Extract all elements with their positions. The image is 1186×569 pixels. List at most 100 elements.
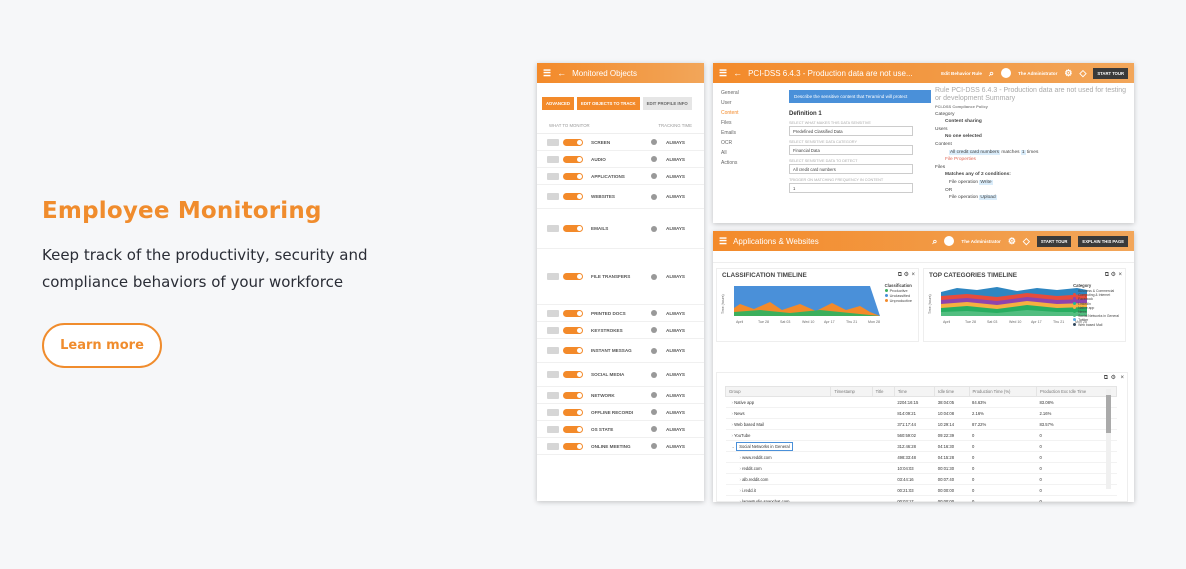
table-row[interactable]: › www.reddit.com 498:33:48 04:15:28 0 0: [725, 451, 1117, 463]
tracking-time[interactable]: ALWAYS: [666, 226, 698, 231]
toggle-switch[interactable]: [563, 442, 583, 450]
learn-more-button[interactable]: Learn more: [42, 323, 162, 368]
diamond-icon[interactable]: ◇: [1079, 68, 1086, 78]
help-icon[interactable]: [651, 225, 657, 232]
help-icon[interactable]: [651, 156, 657, 162]
toggle-switch[interactable]: [563, 309, 583, 317]
help-icon[interactable]: [651, 327, 657, 333]
help-icon[interactable]: [651, 347, 657, 354]
toggle-switch[interactable]: [563, 193, 583, 200]
gear-icon[interactable]: ⚙: [1064, 68, 1072, 78]
copy-icon[interactable]: ⧉: [1105, 272, 1109, 278]
file-properties-link[interactable]: File Properties: [935, 156, 1130, 164]
nav-content[interactable]: Content: [721, 108, 739, 118]
tracking-time[interactable]: ALWAYS: [666, 372, 698, 377]
help-icon[interactable]: [651, 392, 657, 398]
menu-icon[interactable]: ☰: [719, 236, 727, 246]
tracking-time[interactable]: ALWAYS: [666, 157, 698, 162]
toggle-switch[interactable]: [563, 371, 583, 378]
nav-all[interactable]: All: [721, 148, 739, 158]
help-icon[interactable]: [651, 139, 657, 145]
column-header[interactable]: Time: [893, 386, 936, 397]
gear-icon[interactable]: ⚙: [1111, 375, 1116, 381]
column-header[interactable]: Group: [724, 386, 832, 397]
column-header[interactable]: Idle time: [934, 386, 970, 397]
category-select[interactable]: Financial Data: [789, 145, 913, 155]
toggle-switch[interactable]: [563, 138, 583, 146]
toggle-switch[interactable]: [563, 273, 583, 280]
toggle-switch[interactable]: [563, 172, 583, 180]
column-header[interactable]: Production Exc Idle Time: [1035, 386, 1118, 397]
edit-objects-button[interactable]: EDIT OBJECTS TO TRACK: [577, 97, 640, 110]
toggle-switch[interactable]: [563, 391, 583, 399]
help-icon[interactable]: [651, 443, 657, 449]
copy-icon[interactable]: ⧉: [898, 272, 902, 278]
gear-icon[interactable]: ⚙: [1111, 272, 1116, 278]
tracking-time[interactable]: ALWAYS: [666, 274, 698, 279]
help-icon[interactable]: [651, 273, 657, 280]
table-row[interactable]: ⌄ Social Networks in General 312:46:28 04:…: [725, 440, 1117, 452]
menu-icon[interactable]: ☰: [543, 68, 551, 78]
advanced-button[interactable]: ADVANCED: [542, 97, 575, 110]
column-header[interactable]: Production Time (%): [968, 386, 1037, 397]
table-row[interactable]: › Web based Mail 371:17:44 10:29:14 87.22% 8…: [725, 418, 1117, 430]
gear-icon[interactable]: ⚙: [1008, 236, 1016, 246]
table-row[interactable]: › reddit.com 10:04:03 00:01:30 0 0: [725, 462, 1117, 474]
tracking-time[interactable]: ALWAYS: [666, 427, 698, 432]
toggle-switch[interactable]: [563, 326, 583, 334]
search-icon[interactable]: ⌕: [989, 68, 994, 78]
tracking-time[interactable]: ALWAYS: [666, 410, 698, 415]
toggle-switch[interactable]: [563, 225, 583, 232]
help-icon[interactable]: [651, 371, 657, 378]
back-arrow-icon[interactable]: ←: [733, 68, 742, 78]
nav-files[interactable]: Files: [721, 118, 739, 128]
nav-emails[interactable]: Emails: [721, 128, 739, 138]
help-icon[interactable]: [651, 409, 657, 415]
nav-actions[interactable]: Actions: [721, 158, 739, 168]
nav-ocr[interactable]: OCR: [721, 138, 739, 148]
help-icon[interactable]: [651, 426, 657, 432]
frequency-input[interactable]: 1: [789, 183, 913, 193]
close-icon[interactable]: ×: [1118, 272, 1122, 278]
toggle-switch[interactable]: [563, 408, 583, 416]
table-row[interactable]: › YouTube 560:59:02 09:22:39 0 0: [725, 429, 1117, 441]
table-row[interactable]: › News 814:09:21 10:04:08 2.16% 2.16%: [725, 407, 1117, 419]
nav-user[interactable]: User: [721, 98, 739, 108]
tracking-time[interactable]: ALWAYS: [666, 174, 698, 179]
tracking-time[interactable]: ALWAYS: [666, 328, 698, 333]
table-row[interactable]: › alb.reddit.com 03:44:16 00:07:40 0 0: [725, 473, 1117, 485]
column-header[interactable]: Title: [871, 386, 895, 397]
start-tour-button[interactable]: START TOUR: [1036, 235, 1072, 247]
toggle-switch[interactable]: [563, 425, 583, 433]
back-arrow-icon[interactable]: ←: [557, 68, 566, 78]
explain-page-button[interactable]: EXPLAIN THIS PAGE: [1078, 235, 1128, 247]
table-row[interactable]: › Native app 2204:16:15 38:04:05 84.63% 83.0…: [725, 396, 1117, 408]
tracking-time[interactable]: ALWAYS: [666, 348, 698, 353]
table-row[interactable]: › i.redd.it 00:21:03 00:00:00 0 0: [725, 484, 1117, 496]
menu-icon[interactable]: ☰: [719, 68, 727, 78]
avatar[interactable]: [944, 236, 955, 246]
tracking-time[interactable]: ALWAYS: [666, 444, 698, 449]
search-icon[interactable]: ⌕: [932, 236, 937, 246]
edit-profile-button[interactable]: EDIT PROFILE INFO: [642, 97, 692, 110]
help-icon[interactable]: [651, 173, 657, 179]
table-row[interactable]: › lamastudio.snapchat.com 00:03:17 00:00:0…: [725, 495, 1117, 502]
avatar[interactable]: [1001, 68, 1011, 78]
close-icon[interactable]: ×: [1120, 375, 1124, 381]
help-icon[interactable]: [651, 193, 657, 200]
toggle-switch[interactable]: [563, 155, 583, 163]
tracking-time[interactable]: ALWAYS: [666, 393, 698, 398]
start-tour-button[interactable]: START TOUR: [1093, 67, 1128, 79]
gear-icon[interactable]: ⚙: [904, 272, 909, 278]
tracking-time[interactable]: ALWAYS: [666, 311, 698, 316]
close-icon[interactable]: ×: [911, 272, 915, 278]
toggle-switch[interactable]: [563, 347, 583, 354]
help-icon[interactable]: [651, 310, 657, 316]
tracking-time[interactable]: ALWAYS: [666, 140, 698, 145]
column-header[interactable]: Timestamp: [830, 386, 873, 397]
scrollbar[interactable]: [1106, 389, 1111, 489]
diamond-icon[interactable]: ◇: [1023, 236, 1030, 246]
copy-icon[interactable]: ⧉: [1104, 375, 1108, 381]
nav-general[interactable]: General: [721, 88, 739, 98]
sensitive-type-select[interactable]: Predefined Classified Data: [789, 126, 913, 136]
